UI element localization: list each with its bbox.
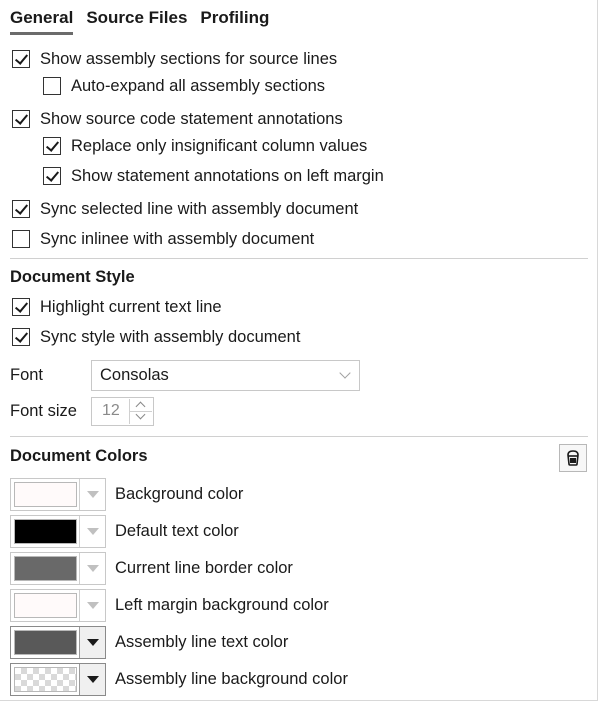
color-label: Left margin background color [115,596,329,614]
dropdown-arrow-icon[interactable] [79,627,105,658]
checkbox[interactable] [12,328,30,346]
checkbox[interactable] [43,137,61,155]
color-picker-assembly-line-text[interactable] [10,626,106,659]
checkbox[interactable] [12,50,30,68]
option-label: Show source code statement annotations [40,109,343,128]
color-picker-default-text[interactable] [10,515,106,548]
option-show-statement-annotations[interactable]: Show source code statement annotations [12,107,343,131]
color-row-default-text: Default text color [10,515,239,548]
tab-general[interactable]: General [10,6,74,35]
color-picker-current-line-border[interactable] [10,552,106,585]
divider [10,258,588,259]
decrement-button[interactable] [130,411,152,423]
section-title-document-style: Document Style [10,268,135,286]
color-picker-assembly-line-background[interactable] [10,663,106,696]
font-size-value[interactable]: 12 [102,402,120,420]
font-size-stepper[interactable]: 12 [91,397,154,426]
color-label: Default text color [115,522,239,540]
stepper-buttons [129,399,152,424]
color-swatch [14,556,77,581]
checkbox[interactable] [43,167,61,185]
option-auto-expand-assembly[interactable]: Auto-expand all assembly sections [43,74,325,98]
dropdown-arrow-icon[interactable] [79,590,105,621]
color-picker-background[interactable] [10,478,106,511]
font-size-label: Font size [10,402,77,420]
color-label: Current line border color [115,559,293,577]
divider [10,436,588,437]
color-swatch [14,630,77,655]
font-label: Font [10,366,44,384]
tab-source-files[interactable]: Source Files [86,6,187,35]
paint-bucket-icon [567,450,579,466]
option-replace-insignificant-values[interactable]: Replace only insignificant column values [43,134,367,158]
color-swatch [14,482,77,507]
option-sync-style[interactable]: Sync style with assembly document [12,325,300,349]
checkbox[interactable] [43,77,61,95]
checkbox[interactable] [12,110,30,128]
option-label: Show statement annotations on left margi… [71,166,384,185]
color-swatch [14,519,77,544]
option-label: Sync style with assembly document [40,327,301,346]
option-label: Auto-expand all assembly sections [71,76,326,95]
option-label: Replace only insignificant column values [71,136,368,155]
reset-colors-button[interactable] [559,444,587,472]
chevron-down-icon [339,367,351,379]
section-title-document-colors: Document Colors [10,447,148,465]
color-row-left-margin-background: Left margin background color [10,589,329,622]
option-highlight-current-line[interactable]: Highlight current text line [12,295,222,319]
color-row-background: Background color [10,478,243,511]
color-picker-left-margin-background[interactable] [10,589,106,622]
tab-strip: General Source Files Profiling [10,6,282,35]
color-swatch [14,667,77,692]
color-label: Assembly line background color [115,670,348,688]
dropdown-arrow-icon[interactable] [79,553,105,584]
option-annotations-left-margin[interactable]: Show statement annotations on left margi… [43,164,384,188]
checkbox[interactable] [12,200,30,218]
option-label: Sync inlinee with assembly document [40,229,315,248]
font-select-value: Consolas [100,366,169,384]
tab-profiling[interactable]: Profiling [200,6,269,35]
option-label: Sync selected line with assembly documen… [40,199,359,218]
color-row-assembly-line-text: Assembly line text color [10,626,288,659]
dropdown-arrow-icon[interactable] [79,516,105,547]
option-sync-selected-line[interactable]: Sync selected line with assembly documen… [12,197,358,221]
font-select[interactable]: Consolas [91,360,360,391]
option-label: Highlight current text line [40,297,222,316]
checkbox[interactable] [12,298,30,316]
color-row-assembly-line-background: Assembly line background color [10,663,348,696]
checkbox[interactable] [12,230,30,248]
color-label: Assembly line text color [115,633,289,651]
color-swatch [14,593,77,618]
option-label: Show assembly sections for source lines [40,49,338,68]
option-show-assembly-sections[interactable]: Show assembly sections for source lines [12,47,337,71]
color-label: Background color [115,485,244,503]
color-row-current-line-border: Current line border color [10,552,293,585]
dropdown-arrow-icon[interactable] [79,664,105,695]
option-sync-inlinee[interactable]: Sync inlinee with assembly document [12,227,314,251]
dropdown-arrow-icon[interactable] [79,479,105,510]
